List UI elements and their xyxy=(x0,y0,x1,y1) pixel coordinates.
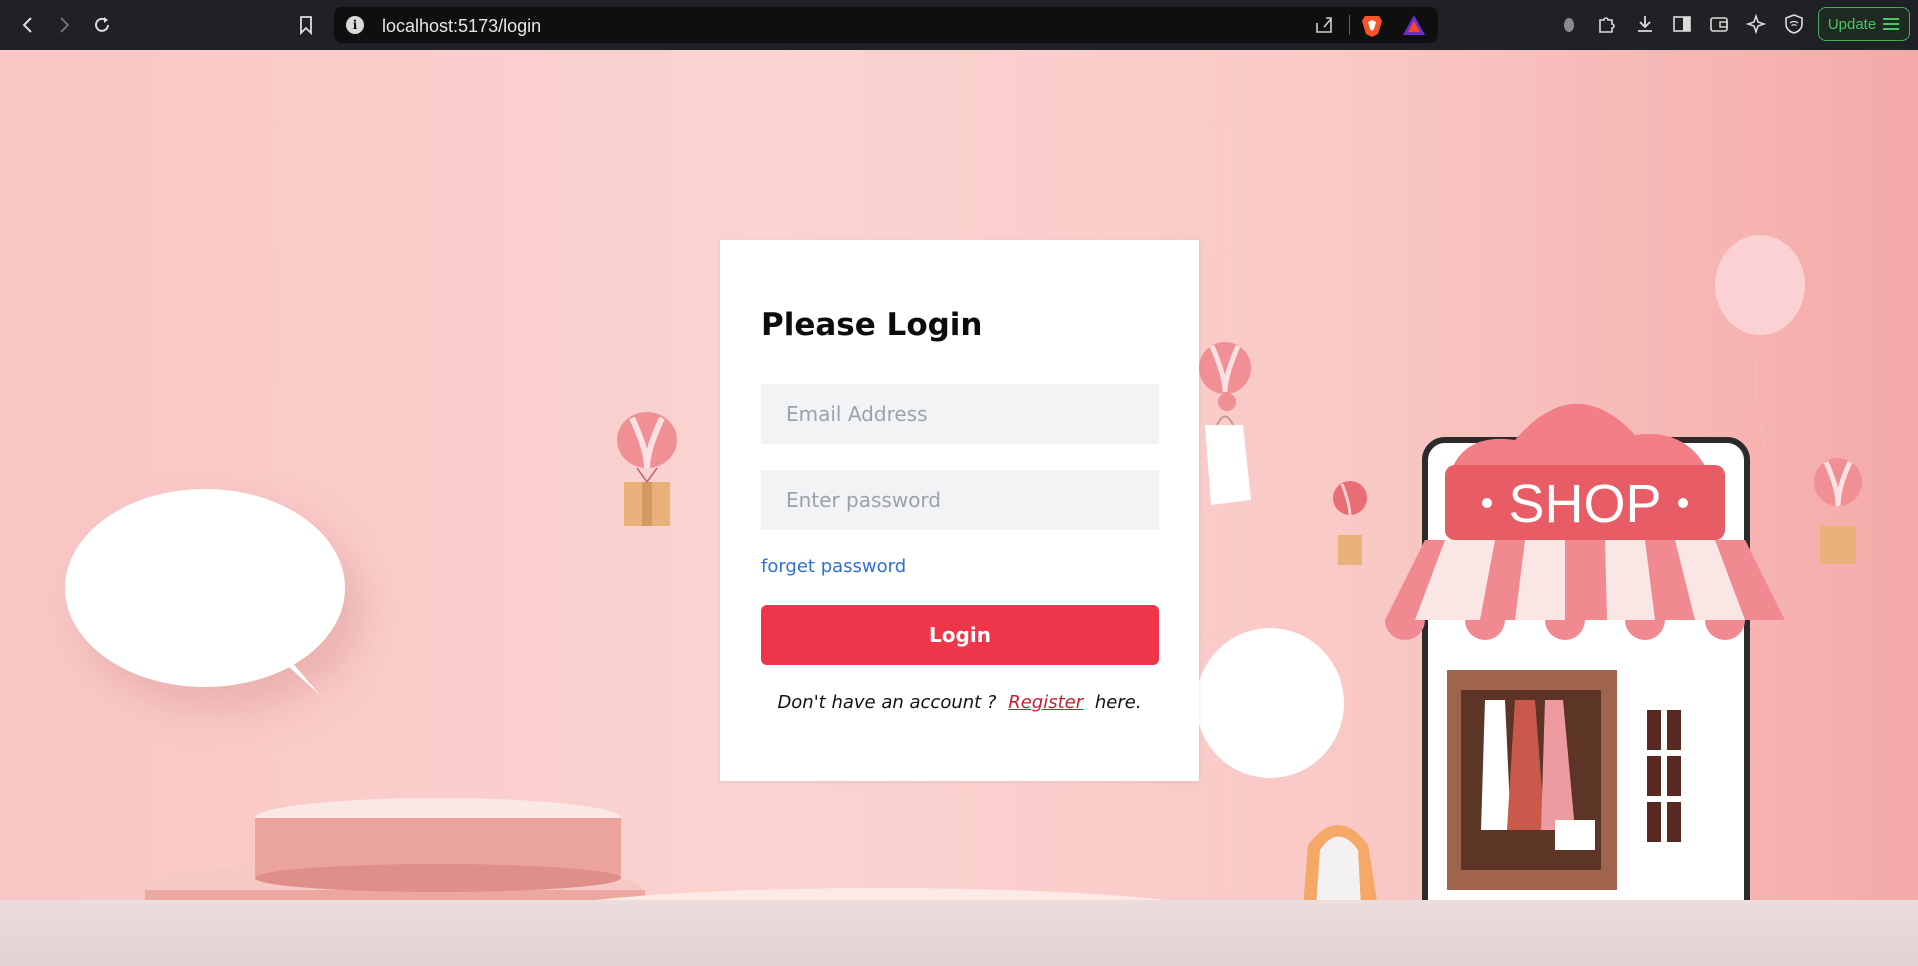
speech-bubble-right xyxy=(1196,628,1344,778)
reload-icon[interactable] xyxy=(90,13,114,37)
speech-bubble-tail xyxy=(270,650,320,695)
extensions-puzzle-icon[interactable] xyxy=(1596,13,1618,35)
register-prefix: Don't have an account ? xyxy=(777,692,997,713)
balloon-bag-middle xyxy=(1199,342,1251,505)
browser-toolbar: i localhost:5173/login Update xyxy=(0,0,1918,50)
brave-shields-icon[interactable] xyxy=(1361,13,1383,37)
balloon-gift-left xyxy=(617,412,677,526)
email-input[interactable] xyxy=(761,384,1159,444)
bookmark-icon[interactable] xyxy=(294,13,318,37)
page-background: SHOP Please Login Email Address forget p… xyxy=(0,50,1918,966)
update-label: Update xyxy=(1827,15,1877,33)
share-icon[interactable] xyxy=(1314,15,1334,35)
balloon-small xyxy=(1333,481,1367,565)
wallet-icon[interactable] xyxy=(1708,13,1730,35)
shop-sign-text: SHOP xyxy=(1508,474,1661,534)
address-bar[interactable]: i localhost:5173/login xyxy=(334,7,1438,43)
balloon-gift-right xyxy=(1814,458,1862,564)
site-info-icon[interactable]: i xyxy=(346,16,364,34)
download-icon[interactable] xyxy=(1634,13,1656,35)
register-prompt: Don't have an account ? Register here. xyxy=(720,692,1199,713)
register-suffix: here. xyxy=(1094,692,1142,713)
extension-status-icon[interactable] xyxy=(1558,13,1580,35)
leo-ai-icon[interactable] xyxy=(1745,13,1767,35)
url-divider xyxy=(1349,15,1350,35)
shop-illustration: SHOP xyxy=(1385,403,1785,966)
sidebar-icon[interactable] xyxy=(1671,13,1693,35)
menu-icon xyxy=(1883,18,1900,30)
login-title: Please Login xyxy=(761,307,983,343)
url-text[interactable]: localhost:5173/login xyxy=(382,16,541,37)
forward-icon[interactable] xyxy=(52,13,76,37)
back-icon[interactable] xyxy=(16,13,40,37)
floor xyxy=(0,900,1918,966)
update-button[interactable]: Update xyxy=(1818,7,1910,41)
password-input[interactable] xyxy=(761,470,1159,530)
login-button[interactable]: Login xyxy=(761,605,1159,665)
login-card: Please Login forget password Login Don't… xyxy=(720,240,1199,781)
forget-password-link[interactable]: forget password xyxy=(761,556,906,577)
register-link[interactable]: Register xyxy=(1008,692,1083,713)
vpn-shield-icon[interactable] xyxy=(1783,13,1805,35)
brave-rewards-icon[interactable] xyxy=(1402,14,1426,36)
